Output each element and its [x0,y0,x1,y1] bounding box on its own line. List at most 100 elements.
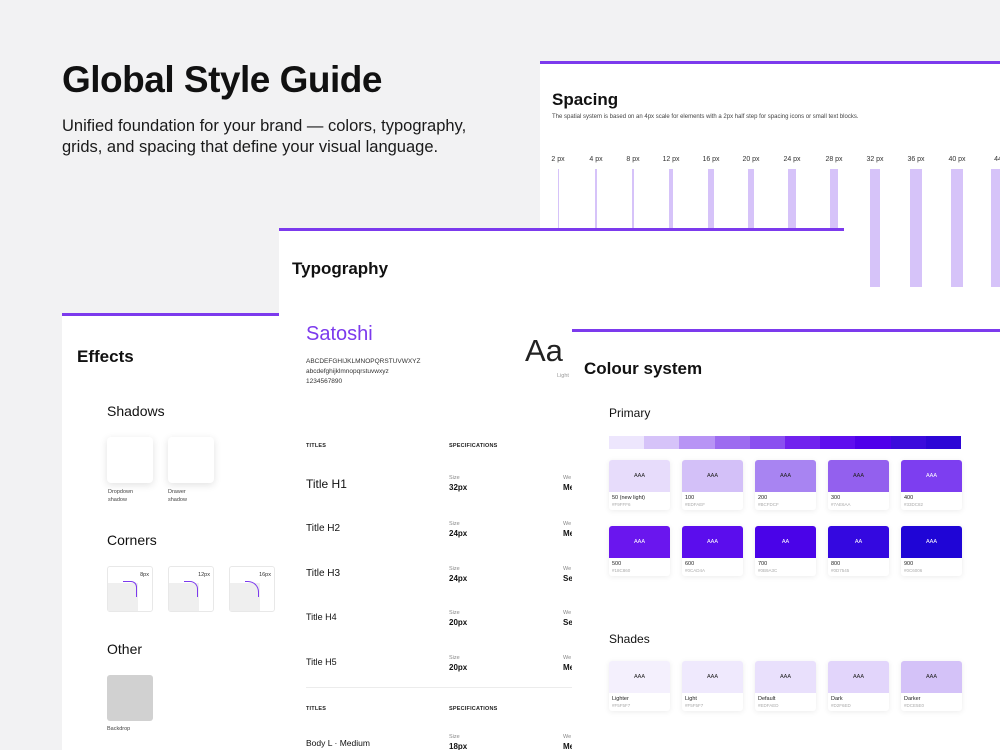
corner-swatch-12: 12px [168,566,214,612]
type-row-name: Title H2 [306,523,341,534]
typography-title: Typography [292,259,389,278]
swatch-name: 200 [758,495,768,501]
primary-ramp [609,436,961,449]
spacing-step-label: 40 px [948,156,966,163]
swatch-fill: AAA [682,661,743,693]
body-specs-column-header: SPECIFICATIONS [449,706,498,712]
primary-title: Primary [609,406,651,420]
swatch-fill: AAA [755,460,816,492]
colour-swatch: AAA 500 #18C860 [609,526,670,576]
font-name: Satoshi [306,323,373,345]
colour-swatch: AAA 200 #BCFDCF [755,460,816,510]
type-row-size-label: Size [449,521,460,527]
swatch-name: Light [685,696,697,702]
swatch-hex: #0B9A3C [758,568,778,573]
titles-column-header: TITLES [306,443,327,449]
glyph-lowercase: abcdefghijklmnopqrstuvwxyz [306,368,389,375]
type-row-size-label: Size [449,475,460,481]
spacing-step-label: 8 px [626,156,640,163]
ramp-step [820,436,856,449]
spacing-step-label: 24 px [783,156,801,163]
drawer-shadow-label: Drawer shadow [168,488,187,504]
ramp-step [749,436,785,449]
swatch-hex: #BCFDCF [758,502,779,507]
swatch-name: 900 [904,561,914,567]
backdrop-label: Backdrop [107,726,131,732]
swatch-hex: #D2F6ED [831,703,851,708]
colour-swatch: AAA 400 #33DC82 [901,460,962,510]
effects-card: Effects Shadows Dropdown shadow Drawer s… [62,313,292,750]
colour-system-title: Colour system [584,359,703,378]
swatch-fill: AAA [682,526,743,558]
dropdown-shadow-label: Dropdown shadow [108,488,133,504]
swatch-fill: AAA [609,661,670,693]
swatch-name: 300 [831,495,841,501]
corner-swatch-8: 8px [107,566,153,612]
spacing-step-bar [910,169,922,287]
swatch-fill: AAA [901,460,962,492]
type-row-size: 32px [449,483,468,492]
swatch-hex: #0C6006 [904,568,923,573]
corner-swatch-16: 16px [229,566,275,612]
spacing-step-label: 36 px [907,156,925,163]
swatch-fill: AAA [828,460,889,492]
body-row-size-label: Size [449,734,460,740]
corner-arc [123,581,137,597]
glyph-uppercase: ABCDEFGHIJKLMNOPQRSTUVWXYZ [306,358,421,365]
type-row-size: 20px [449,618,468,627]
swatch-fill: AAA [609,460,670,492]
shades-title: Shades [609,632,650,646]
swatch-hex: #F5F5F7 [685,703,704,708]
colour-swatch: AA 700 #0B9A3C [755,526,816,576]
other-title: Other [107,641,143,657]
shadow-label-line: Dropdown [108,489,134,495]
type-row-name: Title H5 [306,657,337,667]
type-row-name: Title H3 [306,568,341,579]
ramp-step [890,436,926,449]
swatch-fill: AAA [755,661,816,693]
swatch-name: 600 [685,561,695,567]
body-row-name: Body L · Medium [306,738,370,748]
colour-swatch: AA 800 #0D7545 [828,526,889,576]
colour-swatch: AAA Darker #DCE5E0 [901,661,962,711]
shadow-label-line: shadow [168,497,187,503]
corner-label: 16px [259,572,271,578]
swatch-name: 500 [612,561,622,567]
corner-label: 12px [198,572,210,578]
type-row-size: 24px [449,574,468,583]
type-row-size-label: Size [449,610,460,616]
type-row-name: Title H1 [306,477,347,491]
swatch-hex: #7AE6AA [831,502,851,507]
swatch-hex: #0D7545 [831,568,850,573]
hero: Global Style Guide Unified foundation fo… [62,58,502,158]
swatch-fill: AAA [682,460,743,492]
body-row-weight-label: We [563,734,572,740]
type-row-weight-label: We [563,521,572,527]
spacing-title: Spacing [552,90,619,109]
colour-swatch: AAA Default #EDFAED [755,661,816,711]
shadow-label-line: Drawer [168,489,186,495]
spacing-step-label: 44 [994,156,1000,163]
type-row-weight-label: We [563,566,572,572]
swatch-hex: #EDFAED [758,703,779,708]
swatch-hex: #33DC82 [904,502,924,507]
font-sample: Aa [525,333,563,368]
swatch-name: Lighter [612,696,629,702]
swatch-name: 400 [904,495,914,501]
colour-swatch: AAA 900 #0C6006 [901,526,962,576]
page-title: Global Style Guide [62,59,382,100]
spacing-step-label: 12 px [662,156,680,163]
swatch-fill: AA [755,526,816,558]
colour-system-card: Colour system Primary AAA 50 (new light) #… [572,329,1000,750]
shadow-label-line: shadow [108,497,127,503]
drawer-shadow-swatch [168,437,214,483]
spacing-step-bar [869,169,881,287]
spacing-description: The spatial system is based on an 4px sc… [552,114,859,120]
glyph-digits: 1234567890 [306,378,343,385]
spacing-step-label: 2 px [551,156,565,163]
swatch-name: 100 [685,495,695,501]
dropdown-shadow-swatch [107,437,153,483]
swatch-name: Default [758,696,776,702]
specs-column-header: SPECIFICATIONS [449,443,498,449]
swatch-name: Dark [831,696,843,702]
